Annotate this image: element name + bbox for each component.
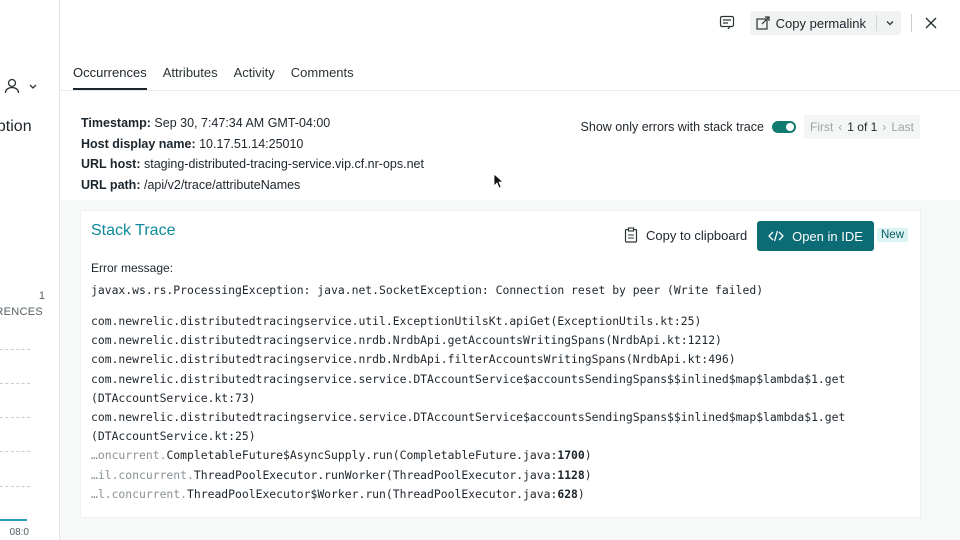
copy-to-clipboard-button[interactable]: Copy to clipboard [624,227,747,243]
feedback-icon [719,15,734,30]
frame-dim: …l.concurrent. [91,486,188,501]
host-label: Host display name: [81,136,196,151]
pager-last[interactable]: Last [891,120,914,134]
frame-main: ThreadPoolExecutor.runWorker(ThreadPoolE… [193,467,558,482]
panel-title: eption [0,118,32,135]
top-toolbar: Copy permalink [714,10,960,36]
new-badge: New [877,228,909,242]
frame-end: ) [584,467,592,482]
tab-activity[interactable]: Activity [234,60,275,90]
timestamp-label: Timestamp: [81,116,151,130]
copy-permalink-button[interactable]: Copy permalink [749,11,901,35]
close-button[interactable] [918,10,944,36]
error-message-label: Error message: [91,261,174,275]
tab-bar: Occurrences Attributes Activity Comments [73,60,354,90]
frame-main: com.newrelic.distributedtracingservice.n… [91,352,736,367]
chart-gridline [0,349,30,350]
pager: First ‹ 1 of 1 › Last [803,115,920,139]
external-link-icon [756,16,770,30]
stack-frame: (DTAccountService.kt:73) [91,389,845,408]
stack-frame: …oncurrent.CompletableFuture$AsyncSupply… [91,446,845,465]
stack-frame: …l.concurrent.ThreadPoolExecutor$Worker.… [91,485,845,504]
frame-main: (DTAccountService.kt:25) [91,429,256,444]
chart-gridline [0,383,30,384]
stack-frame: com.newrelic.distributedtracingservice.s… [91,408,845,427]
stack-trace-filter: Show only errors with stack trace First … [581,115,920,139]
url-path-label: URL path: [81,177,141,192]
frame-line: 1128 [557,467,585,482]
frame-end: ) [577,486,585,501]
mouse-cursor-icon [493,173,503,189]
url-host-label: URL host: [81,157,141,171]
tab-comments[interactable]: Comments [291,60,354,90]
chart-gridline [0,486,30,487]
copy-label: Copy to clipboard [646,227,748,243]
feedback-button[interactable] [714,10,740,36]
occurrence-metadata: Timestamp: Sep 30, 7:47:34 AM GMT-04:00 … [81,113,424,195]
timestamp-row: Timestamp: Sep 30, 7:47:34 AM GMT-04:00 [81,113,424,134]
url-host-value: staging-distributed-tracing-service.vip.… [143,157,424,171]
user-menu[interactable] [4,78,38,94]
copy-permalink-label: Copy permalink [775,15,866,31]
open-in-ide-label: Open in IDE [792,228,863,244]
chart-gridline [0,417,30,418]
stack-frame: …il.concurrent.ThreadPoolExecutor.runWor… [91,466,845,485]
tab-occurrences[interactable]: Occurrences [73,60,147,90]
stack-frame: com.newrelic.distributedtracingservice.s… [91,370,845,389]
frame-main: com.newrelic.distributedtracingservice.s… [91,410,846,425]
timestamp-value: Sep 30, 7:47:34 AM GMT-04:00 [154,116,331,130]
divider [911,14,912,32]
frame-main: com.newrelic.distributedtracingservice.s… [91,371,846,386]
frame-line: 628 [557,486,578,501]
stack-frame: com.newrelic.distributedtracingservice.n… [91,331,845,350]
pager-current: 1 of 1 [847,120,878,134]
stack-trace-title: Stack Trace [91,222,176,239]
stack-frame: (DTAccountService.kt:25) [91,427,845,446]
frame-main: (DTAccountService.kt:73) [91,390,256,405]
chevron-right-icon[interactable]: › [882,120,886,134]
frame-main: ThreadPoolExecutor$Worker.run(ThreadPool… [187,486,558,501]
url-host-row: URL host: staging-distributed-tracing-se… [81,154,424,175]
url-path-row: URL path: /api/v2/trace/attributeNames [81,175,424,196]
frame-main: com.newrelic.distributedtracingservice.u… [91,314,702,328]
chart-bar [0,519,27,521]
open-in-ide-button[interactable]: Open in IDE [757,221,874,251]
host-value: 10.17.51.14:25010 [199,136,304,151]
frame-main: CompletableFuture$AsyncSupply.run(Comple… [166,448,558,463]
stack-trace-card: Stack Trace Copy to clipboard Open in ID… [81,211,920,517]
tab-attributes[interactable]: Attributes [163,60,218,90]
toggle-label: Show only errors with stack trace [580,120,764,134]
pager-first[interactable]: First [810,120,833,134]
occurrences-label: RENCES [0,306,43,318]
clipboard-icon [624,227,638,243]
occurrence-count: 1 [38,290,45,302]
chevron-down-icon [29,84,37,89]
code-icon [768,230,784,242]
chart-time-label: 08:0 [9,527,29,538]
left-panel: eption 1 RENCES 08:0 [0,0,60,540]
url-path-value: /api/v2/trace/attributeNames [143,177,301,192]
chevron-left-icon[interactable]: ‹ [838,120,842,134]
close-icon [925,17,937,29]
frame-dim: …oncurrent. [91,448,167,463]
chevron-down-icon[interactable] [883,16,897,30]
frame-dim: …il.concurrent. [91,467,194,482]
stack-frame: com.newrelic.distributedtracingservice.u… [91,312,845,331]
stack-trace-toggle[interactable] [771,121,796,133]
tabs-divider [60,90,960,91]
stack-frame: com.newrelic.distributedtracingservice.n… [91,350,845,369]
frame-line: 1700 [557,448,585,463]
frame-end: ) [584,448,592,463]
user-icon [4,78,20,94]
frame-main: com.newrelic.distributedtracingservice.n… [91,333,722,348]
chart-gridline [0,451,30,452]
stack-trace-frames: com.newrelic.distributedtracingservice.u… [91,312,845,504]
host-row: Host display name: 10.17.51.14:25010 [81,134,424,155]
error-message: javax.ws.rs.ProcessingException: java.ne… [91,283,764,297]
divider [876,15,877,31]
